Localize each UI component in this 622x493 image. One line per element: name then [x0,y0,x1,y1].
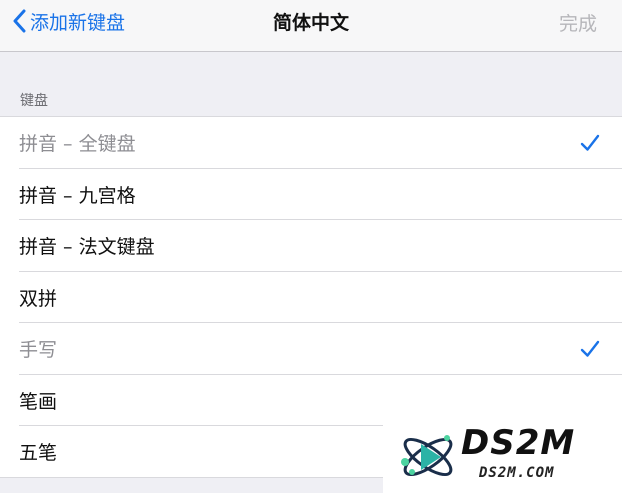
page-title: 简体中文 [272,12,349,34]
watermark-site: DS2M.COM [479,465,555,481]
list-item-label: 拼音 – 九宫格 [19,184,136,207]
screen: 添加新键盘 简体中文 完成 键盘 拼音 – 全键盘 拼音 – 九宫格 拼音 – 法文… [0,0,622,493]
list-item[interactable]: 笔画 [0,375,622,427]
list-item[interactable]: 拼音 – 全键盘 [0,117,622,169]
list-item-label: 双拼 [19,287,58,310]
list-item-label: 手写 [19,339,58,362]
checkmark-icon [580,134,600,151]
list-item-label: 拼音 – 法文键盘 [19,236,155,259]
list-item[interactable]: 拼音 – 法文键盘 [0,220,622,272]
list-item-label: 笔画 [19,390,58,413]
list-item[interactable]: 拼音 – 九宫格 [0,169,622,221]
section-header-keyboards: 键盘 [20,93,48,109]
done-button[interactable]: 完成 [559,9,597,36]
list-item[interactable]: 双拼 [0,272,622,324]
watermark: DS2M DS2M.COM [383,423,622,493]
atom-play-icon [401,435,453,477]
watermark-brand: DS2M [461,423,576,463]
checkmark-icon [580,340,600,357]
list-item[interactable]: 手写 [0,323,622,375]
navigation-bar: 添加新键盘 简体中文 完成 [0,0,622,52]
list-item-label: 拼音 – 全键盘 [19,133,136,156]
list-item-label: 五笔 [19,442,58,465]
